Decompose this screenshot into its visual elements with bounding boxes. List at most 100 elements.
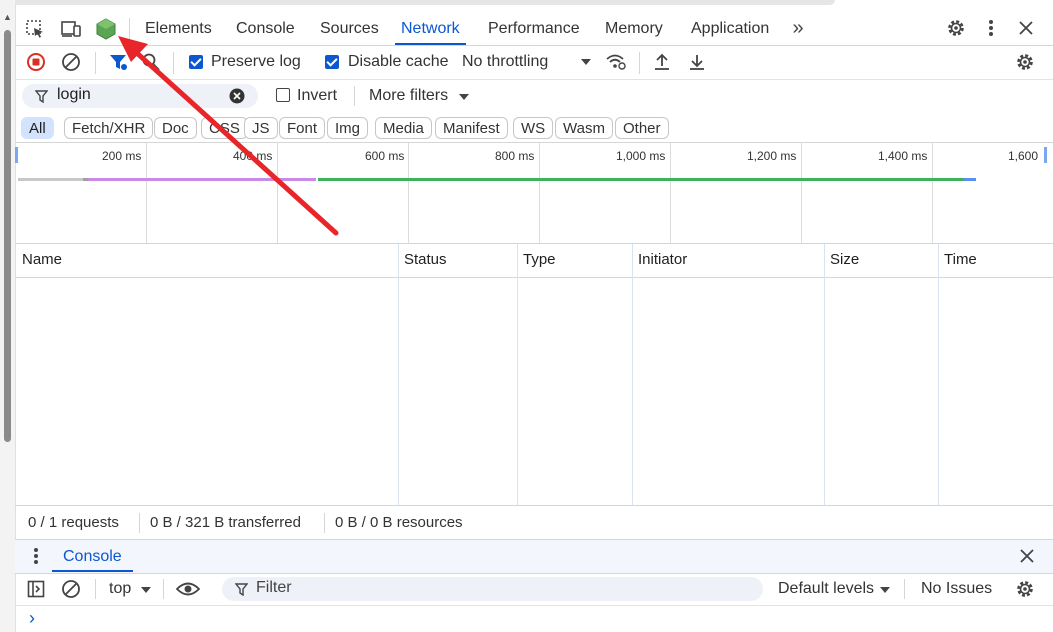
filter-row: login Invert More filters — [15, 80, 1053, 112]
close-devtools-icon[interactable] — [1014, 16, 1038, 40]
column-time[interactable]: Time — [944, 244, 977, 277]
more-filters-button[interactable]: More filters — [369, 87, 448, 105]
overview-left-handle[interactable] — [15, 147, 18, 163]
grid-line — [539, 143, 540, 243]
timeline-tick: 1,400 ms — [878, 149, 928, 163]
search-icon[interactable] — [140, 51, 162, 73]
more-options-kebab-icon[interactable] — [979, 16, 1003, 40]
clear-console-icon[interactable] — [60, 578, 82, 600]
console-prompt[interactable]: › — [15, 606, 1053, 632]
column-initiator[interactable]: Initiator — [638, 244, 687, 277]
console-sidebar-toggle-icon[interactable] — [25, 578, 47, 600]
type-filter-fetch-xhr[interactable]: Fetch/XHR — [64, 117, 154, 139]
tab-performance[interactable]: Performance — [488, 12, 580, 45]
more-filters-dropdown-icon[interactable] — [457, 90, 471, 104]
log-levels-dropdown-icon[interactable] — [878, 583, 892, 597]
tab-console[interactable]: Console — [236, 12, 295, 45]
drawer-tab-bar: Console — [15, 539, 1053, 574]
type-filter-manifest[interactable]: Manifest — [435, 117, 508, 139]
inspect-element-icon[interactable] — [23, 17, 47, 41]
column-name[interactable]: Name — [22, 244, 62, 277]
tab-network[interactable]: Network — [395, 12, 466, 45]
scrollbar-thumb[interactable] — [4, 30, 11, 442]
clear-filter-icon[interactable] — [228, 87, 246, 105]
settings-gear-icon[interactable] — [944, 16, 968, 40]
type-filter-all[interactable]: All — [21, 117, 54, 139]
export-har-download-icon[interactable] — [686, 51, 708, 73]
type-filter-font[interactable]: Font — [279, 117, 326, 139]
network-settings-gear-icon[interactable] — [1013, 51, 1037, 73]
throttling-select[interactable]: No throttling — [462, 53, 548, 71]
console-filter-placeholder: Filter — [256, 579, 292, 596]
preserve-log-label[interactable]: Preserve log — [211, 53, 301, 71]
device-toolbar-icon[interactable] — [59, 17, 83, 41]
requests-table-header: Name Status Type Initiator Size Time — [15, 244, 1053, 278]
type-filter-ws[interactable]: WS — [513, 117, 554, 139]
invert-checkbox[interactable] — [276, 88, 290, 102]
context-dropdown-icon[interactable] — [139, 583, 153, 597]
timeline-tick: 1,200 ms — [747, 149, 797, 163]
clear-log-icon[interactable] — [60, 51, 82, 73]
type-filter-wasm[interactable]: Wasm — [555, 117, 613, 139]
tab-sources[interactable]: Sources — [320, 12, 379, 45]
stop-recording-icon[interactable] — [25, 51, 47, 73]
issues-counter[interactable]: No Issues — [921, 580, 992, 598]
grid-line — [408, 143, 409, 243]
timeline-tick: 800 ms — [495, 149, 535, 163]
column-status[interactable]: Status — [404, 244, 447, 277]
context-selector[interactable]: top — [109, 580, 131, 598]
throttling-dropdown-icon[interactable] — [578, 52, 594, 72]
tab-memory[interactable]: Memory — [605, 12, 663, 45]
toolbar-separator — [639, 52, 640, 74]
scroll-up-arrow-icon[interactable]: ▲ — [3, 12, 12, 22]
type-filter-img[interactable]: Img — [327, 117, 369, 139]
tab-elements[interactable]: Elements — [145, 12, 212, 45]
network-conditions-wifi-icon[interactable] — [604, 51, 628, 73]
filter-value: login — [57, 86, 91, 103]
column-type[interactable]: Type — [523, 244, 556, 277]
filter-funnel-small-icon — [33, 88, 49, 104]
requests-table-body[interactable] — [15, 278, 1053, 504]
console-filter-input[interactable]: Filter — [222, 577, 763, 601]
timeline-tick: 1,000 ms — [616, 149, 666, 163]
invert-label[interactable]: Invert — [297, 87, 337, 105]
timeline-tick: 200 ms — [102, 149, 142, 163]
resources-size: 0 B / 0 B resources — [335, 514, 463, 531]
more-tabs-chevron-icon[interactable]: » — [786, 16, 810, 40]
column-size[interactable]: Size — [830, 244, 859, 277]
import-har-upload-icon[interactable] — [651, 51, 673, 73]
log-levels-select[interactable]: Default levels — [778, 580, 874, 598]
console-settings-gear-icon[interactable] — [1013, 578, 1037, 600]
prompt-chevron-icon: › — [29, 608, 35, 628]
drawer-menu-kebab-icon[interactable] — [27, 546, 45, 566]
overview-right-handle[interactable] — [1044, 147, 1047, 163]
console-toolbar-separator — [95, 579, 96, 599]
timing-bar-download — [964, 178, 976, 181]
disable-cache-label[interactable]: Disable cache — [348, 53, 449, 71]
tab-application[interactable]: Application — [691, 12, 769, 45]
preserve-log-checkbox[interactable] — [189, 55, 203, 69]
grid-line — [932, 143, 933, 243]
network-toolbar: Preserve log Disable cache No throttling — [15, 46, 1053, 80]
timeline-tick: 600 ms — [365, 149, 405, 163]
devtools-tab-bar: Elements Console Sources Network Perform… — [15, 12, 1053, 46]
console-toolbar-separator — [163, 579, 164, 599]
close-drawer-icon[interactable] — [1017, 546, 1037, 566]
resource-type-filters: All Fetch/XHR Doc CSS JS Font Img Media … — [15, 113, 1053, 143]
drawer-tab-console[interactable]: Console — [52, 540, 133, 572]
type-filter-css[interactable]: CSS — [201, 117, 248, 139]
status-separator — [139, 513, 140, 533]
type-filter-media[interactable]: Media — [375, 117, 432, 139]
type-filter-doc[interactable]: Doc — [154, 117, 197, 139]
filter-input[interactable]: login — [22, 84, 258, 108]
console-toolbar: top Filter Default levels No Issues — [15, 573, 1053, 606]
type-filter-js[interactable]: JS — [244, 117, 278, 139]
timeline-tick: 400 ms — [233, 149, 273, 163]
disable-cache-checkbox[interactable] — [325, 55, 339, 69]
nodejs-devtools-icon[interactable] — [94, 17, 118, 41]
filter-funnel-icon[interactable] — [107, 51, 129, 73]
type-filter-other[interactable]: Other — [615, 117, 669, 139]
live-expression-eye-icon[interactable] — [175, 578, 201, 600]
network-overview-timeline[interactable]: 200 ms 400 ms 600 ms 800 ms 1,000 ms 1,2… — [15, 143, 1053, 244]
browser-top-edge — [15, 0, 835, 5]
